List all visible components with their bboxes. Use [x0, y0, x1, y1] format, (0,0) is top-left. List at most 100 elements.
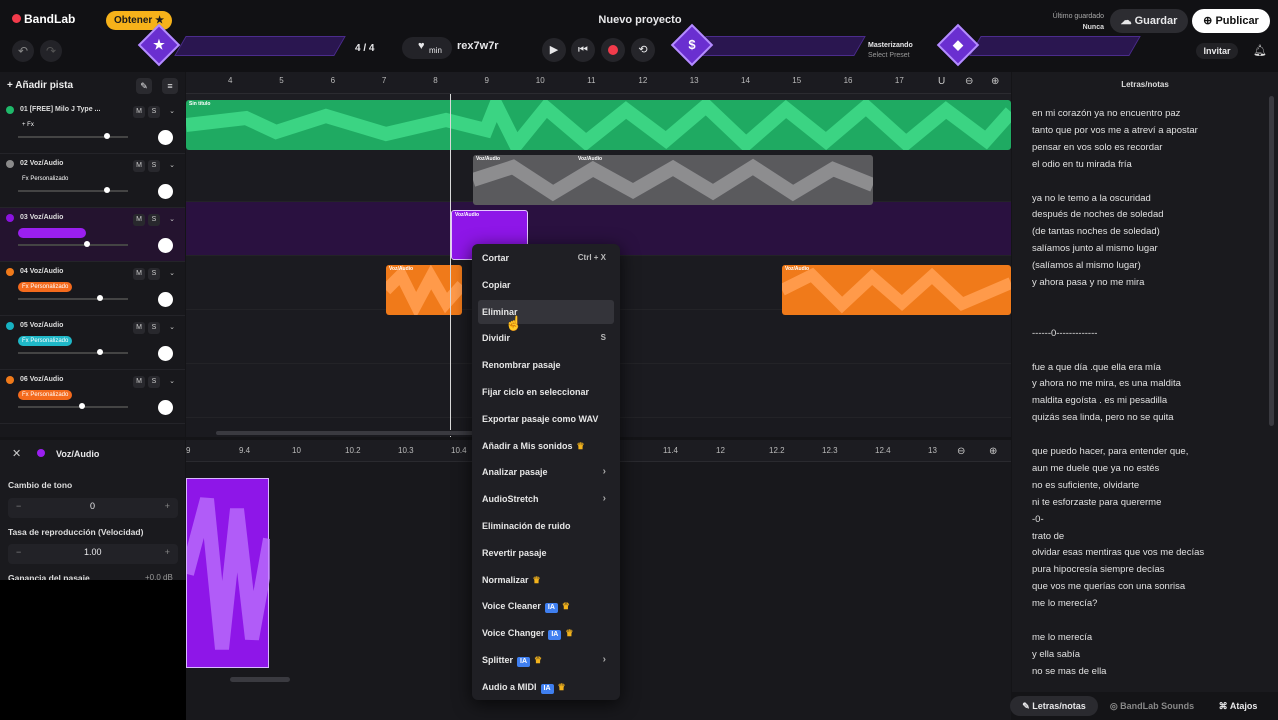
bandlab-logo[interactable]: BandLab	[12, 12, 75, 26]
rate-stepper[interactable]: − 1.00 +	[8, 544, 178, 564]
solo-button[interactable]: S	[148, 268, 160, 280]
track-name[interactable]: 03 Voz/Audio	[20, 213, 114, 222]
pan-knob[interactable]	[158, 400, 173, 415]
context-menu-item[interactable]: Eliminar	[478, 299, 614, 324]
chevron-down-icon[interactable]: ⌄	[166, 160, 178, 172]
solo-button[interactable]: S	[148, 214, 160, 226]
fx-button[interactable]: Fx Personalizado	[18, 390, 73, 400]
track-header[interactable]: 02 Voz/Audio Fx Personalizado M S ⌄	[0, 154, 185, 208]
chevron-down-icon[interactable]: ⌄	[166, 376, 178, 388]
chevron-down-icon[interactable]: ⌄	[166, 322, 178, 334]
chevron-down-icon[interactable]: ⌄	[166, 268, 178, 280]
project-title[interactable]: Nuevo proyecto	[560, 14, 720, 26]
pan-knob[interactable]	[158, 346, 173, 361]
pitch-stepper[interactable]: − 0 +	[8, 498, 178, 518]
tempo-box[interactable]	[402, 37, 452, 59]
lyrics-scrollbar[interactable]	[1269, 96, 1274, 426]
track-header[interactable]: 06 Voz/Audio Fx Personalizado M S ⌄	[0, 370, 185, 424]
chevron-down-icon[interactable]: ⌄	[166, 106, 178, 118]
clip-orange-2[interactable]: Voz/Audio	[782, 265, 1011, 315]
undo-icon[interactable]: ↶	[12, 40, 34, 62]
minus-icon[interactable]: −	[16, 501, 21, 511]
editor-clip[interactable]	[180, 478, 277, 668]
context-menu-item[interactable]: Analizar pasaje ›	[478, 460, 614, 484]
fx-button[interactable]: + Fx	[18, 120, 38, 130]
solo-button[interactable]: S	[148, 322, 160, 334]
redo-icon[interactable]: ↷	[40, 40, 62, 62]
solo-button[interactable]: S	[148, 376, 160, 388]
track-header[interactable]: 01 [FREE] Milo J Type ... + Fx M S ⌄	[0, 100, 185, 154]
skip-back-icon[interactable]: ⏮	[571, 38, 595, 62]
context-menu-item[interactable]: Fijar ciclo en seleccionar	[478, 380, 614, 404]
mastering[interactable]: Masterizando Select Preset	[868, 41, 913, 61]
context-menu-item[interactable]: Añadir a Mis sonidos ♛	[478, 434, 614, 458]
track-name[interactable]: 05 Voz/Audio	[20, 321, 114, 330]
pencil-icon[interactable]: ✎	[136, 78, 152, 94]
tab-bandlab-sounds[interactable]: ◎ BandLab Sounds	[1102, 696, 1202, 716]
context-menu-item[interactable]: Voice Changer IA ♛	[478, 621, 614, 645]
zoom-in-icon[interactable]: ⊕	[991, 76, 999, 87]
mute-button[interactable]: M	[133, 268, 145, 280]
solo-button[interactable]: S	[148, 106, 160, 118]
track-name[interactable]: 06 Voz/Audio	[20, 375, 114, 384]
chevron-down-icon[interactable]: ⌄	[166, 214, 178, 226]
close-icon[interactable]: ✕	[12, 447, 21, 460]
context-menu-item[interactable]: Exportar pasaje como WAV	[478, 407, 614, 431]
timeline-ruler[interactable]: 4 5 6 7 8 9 10 11 12 13 14 15 16 17	[186, 72, 1011, 94]
editor-zoom-out-icon[interactable]: ⊖	[957, 446, 965, 457]
pan-knob[interactable]	[158, 292, 173, 307]
context-menu-item[interactable]: Dividir S	[478, 326, 614, 350]
context-menu-item[interactable]: Splitter IA ♛ ›	[478, 648, 614, 672]
track-name[interactable]: 04 Voz/Audio	[20, 267, 114, 276]
volume-slider[interactable]	[18, 403, 128, 409]
pan-knob[interactable]	[158, 184, 173, 199]
mute-button[interactable]: M	[133, 160, 145, 172]
play-icon[interactable]: ▶	[542, 38, 566, 62]
context-menu-item[interactable]: Cortar Ctrl + X	[478, 246, 614, 270]
fx-button[interactable]: Fx Personalizado	[18, 282, 73, 292]
clip-gray[interactable]: Voz/Audio Voz/Audio	[473, 155, 873, 205]
add-track-button[interactable]: + Añadir pista	[7, 77, 87, 95]
playhead[interactable]	[450, 94, 451, 437]
minus-icon[interactable]: −	[16, 547, 21, 557]
context-menu-item[interactable]: Renombrar pasaje	[478, 353, 614, 377]
plus-icon[interactable]: +	[165, 501, 170, 511]
volume-knob[interactable]	[103, 133, 110, 139]
guardar-button[interactable]: ☁ Guardar	[1110, 9, 1188, 33]
mute-button[interactable]: M	[133, 106, 145, 118]
volume-knob[interactable]	[103, 187, 110, 193]
context-menu-item[interactable]: Revertir pasaje	[478, 541, 614, 565]
list-settings-icon[interactable]: ≡	[162, 78, 178, 94]
volume-knob[interactable]	[84, 241, 90, 247]
tab-atajos[interactable]: ⌘ Atajos	[1210, 696, 1266, 716]
mute-button[interactable]: M	[133, 376, 145, 388]
solo-button[interactable]: S	[148, 160, 160, 172]
invitar-button[interactable]: Invitar	[1196, 43, 1238, 59]
bell-icon[interactable]: 🔔︎	[1253, 44, 1267, 57]
zoom-out-icon[interactable]: ⊖	[965, 76, 973, 87]
context-menu-item[interactable]: Eliminación de ruido	[478, 514, 614, 538]
volume-slider[interactable]	[18, 295, 128, 301]
context-menu-item[interactable]: Voice Cleaner IA ♛	[478, 594, 614, 618]
clip-green[interactable]: Sin título	[186, 100, 1011, 150]
volume-knob[interactable]	[97, 295, 104, 301]
volume-slider[interactable]	[18, 187, 128, 193]
magnet-icon[interactable]: U	[938, 76, 945, 87]
track-name[interactable]: 01 [FREE] Milo J Type ...	[20, 105, 114, 114]
fx-button[interactable]: Fx Personalizado	[18, 336, 73, 346]
context-menu-item[interactable]: Normalizar ♛	[478, 568, 614, 592]
fx-button[interactable]: Fx Personalizado	[18, 174, 72, 184]
pan-knob[interactable]	[158, 130, 173, 145]
mute-button[interactable]: M	[133, 214, 145, 226]
track-header[interactable]: 03 Voz/Audio M S ⌄	[0, 208, 185, 262]
volume-slider[interactable]	[18, 241, 128, 247]
record-icon[interactable]	[601, 38, 625, 62]
editor-scrollbar[interactable]	[230, 677, 290, 682]
track-header[interactable]: 05 Voz/Audio Fx Personalizado M S ⌄	[0, 316, 185, 370]
mute-button[interactable]: M	[133, 322, 145, 334]
context-menu-item[interactable]: Audio a MIDI IA ♛	[478, 675, 614, 699]
key-label[interactable]: rex7w7r	[457, 40, 499, 52]
tab-letras[interactable]: ✎ Letras/notas	[1010, 696, 1098, 716]
track-header[interactable]: 04 Voz/Audio Fx Personalizado M S ⌄	[0, 262, 185, 316]
plus-icon[interactable]: +	[165, 547, 170, 557]
